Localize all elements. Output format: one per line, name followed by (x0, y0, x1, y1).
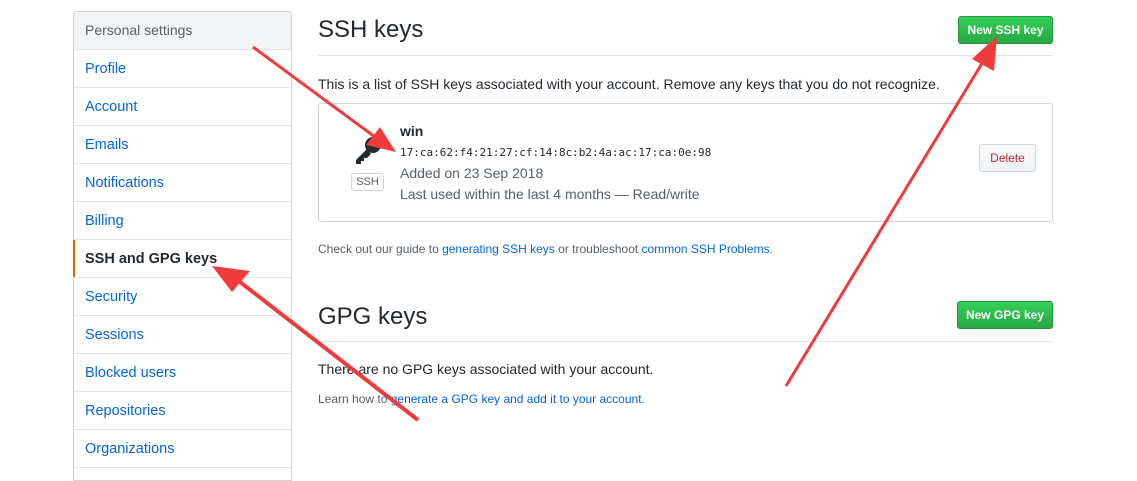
sidebar-header: Personal settings (74, 12, 291, 50)
common-ssh-problems-link[interactable]: common SSH Problems (642, 242, 770, 256)
ssh-guide-suffix: . (769, 242, 773, 256)
sidebar-item-notifications[interactable]: Notifications (74, 164, 291, 202)
ssh-description: This is a list of SSH keys associated wi… (318, 76, 940, 92)
ssh-keys-title: SSH keys (318, 16, 424, 43)
settings-sidebar: Personal settings Profile Account Emails… (73, 11, 292, 481)
gpg-learn-prefix: Learn how to (318, 392, 391, 406)
generate-gpg-key-link[interactable]: generate a GPG key and add it to your ac… (391, 392, 642, 406)
gpg-keys-title: GPG keys (318, 303, 428, 330)
sidebar-item-blocked-users[interactable]: Blocked users (74, 354, 291, 392)
ssh-key-item: SSH win 17:ca:62:f4:21:27:cf:14:8c:b2:4a… (318, 103, 1053, 222)
ssh-guide-middle: or troubleshoot (554, 242, 642, 256)
sidebar-item-billing[interactable]: Billing (74, 202, 291, 240)
sidebar-item-organizations[interactable]: Organizations (74, 430, 291, 468)
ssh-divider (318, 55, 1053, 56)
ssh-key-fingerprint: 17:ca:62:f4:21:27:cf:14:8c:b2:4a:ac:17:c… (400, 146, 712, 159)
ssh-badge: SSH (351, 173, 384, 191)
new-gpg-key-button[interactable]: New GPG key (957, 301, 1053, 329)
ssh-guide-text: Check out our guide to generating SSH ke… (318, 242, 773, 256)
key-icon (356, 137, 381, 164)
sidebar-item-emails[interactable]: Emails (74, 126, 291, 164)
new-ssh-key-button[interactable]: New SSH key (958, 16, 1053, 44)
sidebar-item-ssh-gpg-keys[interactable]: SSH and GPG keys (73, 240, 291, 278)
gpg-empty-text: There are no GPG keys associated with yo… (318, 361, 654, 377)
generating-ssh-keys-link[interactable]: generating SSH keys (442, 242, 555, 256)
sidebar-item-profile[interactable]: Profile (74, 50, 291, 88)
delete-ssh-key-button[interactable]: Delete (979, 144, 1036, 172)
ssh-key-title: win (400, 123, 424, 139)
gpg-divider (318, 341, 1053, 342)
ssh-key-last-used: Last used within the last 4 months — Rea… (400, 186, 700, 202)
sidebar-item-repositories[interactable]: Repositories (74, 392, 291, 430)
sidebar-item-security[interactable]: Security (74, 278, 291, 316)
sidebar-item-sessions[interactable]: Sessions (74, 316, 291, 354)
sidebar-item-account[interactable]: Account (74, 88, 291, 126)
gpg-learn-text: Learn how to generate a GPG key and add … (318, 392, 645, 406)
gpg-learn-suffix: . (641, 392, 645, 406)
ssh-key-added-date: Added on 23 Sep 2018 (400, 165, 544, 181)
ssh-guide-prefix: Check out our guide to (318, 242, 443, 256)
